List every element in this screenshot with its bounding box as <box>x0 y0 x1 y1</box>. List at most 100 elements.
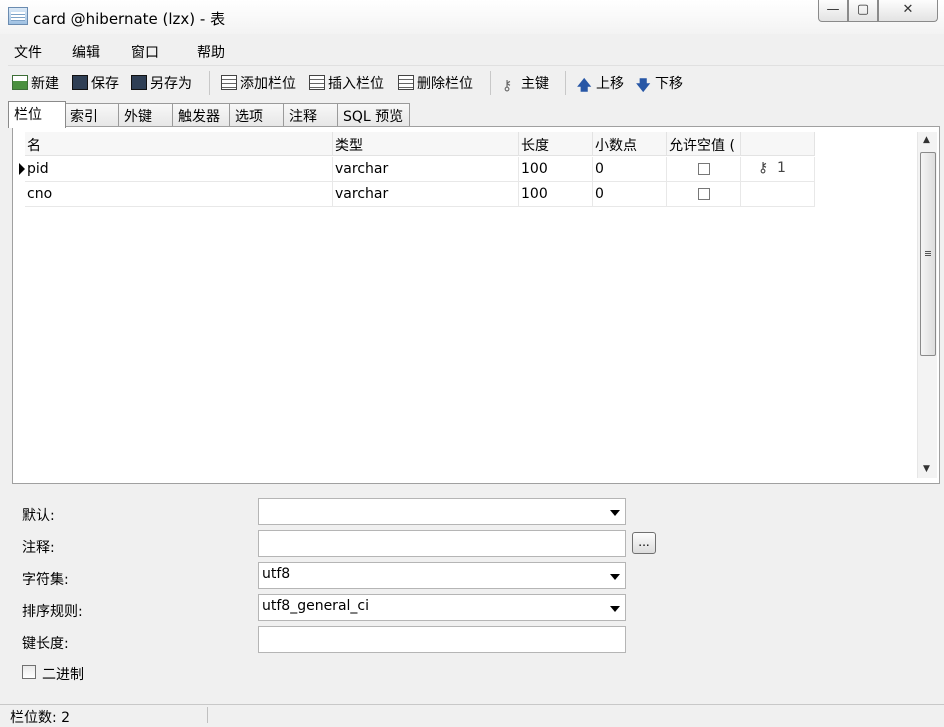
tab-triggers[interactable]: 触发器 <box>172 103 230 127</box>
save-as-button[interactable]: 另存为 <box>131 73 192 93</box>
insert-field-label: 插入栏位 <box>328 76 384 92</box>
field-nullable-cell[interactable] <box>667 182 741 207</box>
table-window-icon <box>8 7 28 25</box>
title-bar: card @hibernate (lzx) - 表 — ▢ ✕ <box>0 0 944 34</box>
dropdown-arrow-icon <box>610 510 620 516</box>
save-button[interactable]: 保存 <box>72 73 119 93</box>
toolbar-separator <box>565 71 566 95</box>
key-length-label: 键长度: <box>22 636 69 652</box>
add-field-icon <box>221 75 237 90</box>
column-header-decimal[interactable]: 小数点 <box>593 132 667 156</box>
field-length-cell[interactable]: 100 <box>519 157 593 182</box>
maximize-button[interactable]: ▢ <box>848 0 878 22</box>
column-header-name[interactable]: 名 <box>25 132 333 156</box>
column-header-type[interactable]: 类型 <box>333 132 519 156</box>
current-row-indicator <box>17 157 25 182</box>
tab-indexes[interactable]: 索引 <box>64 103 119 127</box>
insert-field-icon <box>309 75 325 90</box>
key-length-input[interactable] <box>258 626 626 653</box>
toolbar-separator <box>490 71 491 95</box>
field-nullable-cell[interactable] <box>667 157 741 182</box>
move-up-button[interactable]: 🡅 上移 <box>577 73 624 94</box>
menu-window[interactable]: 窗口 <box>131 42 159 62</box>
window-title: card @hibernate (lzx) - 表 <box>33 10 226 28</box>
fields-grid: 名 类型 长度 小数点 允许空值 ( pid varchar 100 0 ⚷ 1… <box>12 126 940 484</box>
save-label: 保存 <box>91 76 119 92</box>
status-separator <box>207 707 208 723</box>
new-icon <box>12 75 28 90</box>
field-decimal-cell[interactable]: 0 <box>593 157 667 182</box>
key-icon: ⚷ <box>758 160 769 176</box>
arrow-down-icon: 🡇 <box>636 78 651 94</box>
field-name-cell[interactable]: pid <box>25 157 333 182</box>
menu-edit[interactable]: 编辑 <box>72 42 100 62</box>
delete-field-icon <box>398 75 414 90</box>
primary-key-label: 主键 <box>521 76 549 92</box>
row-indicator <box>17 182 25 207</box>
arrow-up-icon: 🡅 <box>577 78 592 94</box>
primary-key-button[interactable]: ⚷ 主键 <box>502 73 549 94</box>
new-button[interactable]: 新建 <box>12 73 59 93</box>
column-header-length[interactable]: 长度 <box>519 132 593 156</box>
collation-value: utf8_general_ci <box>262 598 369 614</box>
field-decimal-cell[interactable]: 0 <box>593 182 667 207</box>
tab-options[interactable]: 选项 <box>229 103 284 127</box>
comment-edit-button[interactable]: ... <box>632 532 656 554</box>
menu-help[interactable]: 帮助 <box>197 42 225 62</box>
menu-file[interactable]: 文件 <box>14 42 42 62</box>
charset-select[interactable]: utf8 <box>258 562 626 589</box>
charset-value: utf8 <box>262 566 291 582</box>
move-down-label: 下移 <box>655 76 683 92</box>
field-name-cell[interactable]: cno <box>25 182 333 207</box>
tab-sql-preview[interactable]: SQL 预览 <box>337 103 410 127</box>
scroll-thumb[interactable] <box>920 152 936 356</box>
minimize-button[interactable]: — <box>818 0 848 22</box>
charset-label: 字符集: <box>22 572 69 588</box>
vertical-scrollbar[interactable]: ▲ ▼ <box>917 132 937 478</box>
add-field-button[interactable]: 添加栏位 <box>221 73 296 93</box>
toolbar: 新建 保存 另存为 添加栏位 插入栏位 删除栏位 ⚷ 主键 🡅 上移 🡇 下移 <box>8 68 944 98</box>
new-label: 新建 <box>31 76 59 92</box>
dropdown-arrow-icon <box>610 574 620 580</box>
menu-bar: 文件 编辑 窗口 帮助 <box>8 36 944 66</box>
field-length-cell[interactable]: 100 <box>519 182 593 207</box>
tab-strip: 栏位 索引 外键 触发器 选项 注释 SQL 预览 <box>8 101 944 128</box>
toolbar-separator <box>209 71 210 95</box>
close-button[interactable]: ✕ <box>878 0 938 22</box>
column-header-key[interactable] <box>741 132 815 156</box>
scroll-down-arrow-icon[interactable]: ▼ <box>923 464 930 474</box>
collation-select[interactable]: utf8_general_ci <box>258 594 626 621</box>
key-icon: ⚷ <box>502 78 513 94</box>
tab-foreign-keys[interactable]: 外键 <box>118 103 173 127</box>
column-header-nullable[interactable]: 允许空值 ( <box>667 132 741 156</box>
delete-field-label: 删除栏位 <box>417 76 473 92</box>
tab-fields[interactable]: 栏位 <box>8 101 66 128</box>
default-select[interactable] <box>258 498 626 525</box>
comment-input[interactable] <box>258 530 626 557</box>
binary-checkbox[interactable] <box>22 665 36 679</box>
move-up-label: 上移 <box>596 76 624 92</box>
scroll-up-arrow-icon[interactable]: ▲ <box>923 135 930 145</box>
nullable-checkbox[interactable] <box>698 163 710 175</box>
save-icon <box>72 75 88 90</box>
key-order: 1 <box>777 160 786 176</box>
add-field-label: 添加栏位 <box>240 76 296 92</box>
dropdown-arrow-icon <box>610 606 620 612</box>
move-down-button[interactable]: 🡇 下移 <box>636 73 683 94</box>
field-key-cell[interactable]: ⚷ 1 <box>741 157 815 182</box>
save-as-icon <box>131 75 147 90</box>
tab-comment[interactable]: 注释 <box>283 103 338 127</box>
save-as-label: 另存为 <box>150 76 192 92</box>
binary-label[interactable]: 二进制 <box>42 664 84 684</box>
default-label: 默认: <box>22 508 55 524</box>
field-count-status: 栏位数: 2 <box>10 710 71 726</box>
collation-label: 排序规则: <box>22 604 83 620</box>
status-bar: 栏位数: 2 <box>0 704 944 726</box>
field-type-cell[interactable]: varchar <box>333 157 519 182</box>
comment-label: 注释: <box>22 540 55 556</box>
nullable-checkbox[interactable] <box>698 188 710 200</box>
field-key-cell[interactable] <box>741 182 815 207</box>
insert-field-button[interactable]: 插入栏位 <box>309 73 384 93</box>
field-type-cell[interactable]: varchar <box>333 182 519 207</box>
delete-field-button[interactable]: 删除栏位 <box>398 73 473 93</box>
